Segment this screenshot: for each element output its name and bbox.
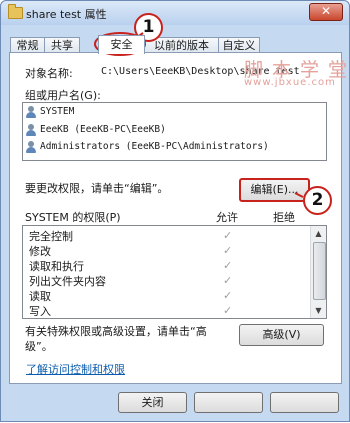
annotation-overlay xyxy=(94,32,304,198)
properties-window: share test 属性 ✕ 常规 共享 安全 以前的版本 自定义 对象名称:… xyxy=(0,0,350,422)
badge2-pointer xyxy=(294,192,304,198)
tab-security[interactable]: 安全 xyxy=(98,35,145,54)
